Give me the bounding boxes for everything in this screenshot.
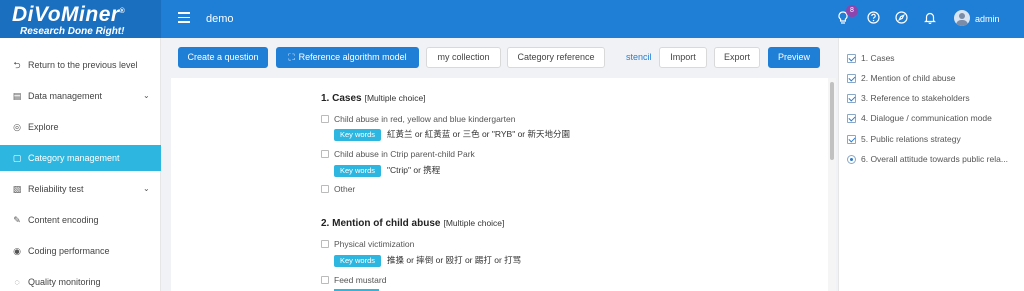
sidebar-item-label: Return to the previous level [28, 60, 138, 70]
compass-icon: ◎ [13, 122, 21, 132]
checkbox-icon[interactable] [847, 54, 856, 63]
sidebar-item-quality-monitoring[interactable]: ◌ Quality monitoring [0, 269, 161, 291]
sidebar-item-explore[interactable]: ◎ Explore [0, 114, 161, 140]
option-item[interactable]: Other [321, 184, 355, 194]
question-type: [Multiple choice] [443, 218, 505, 228]
keyword-row: Key words 推搡 or 摔倒 or 殴打 or 踢打 or 打骂 [334, 254, 521, 267]
option-label: Child abuse in Ctrip parent-child Park [334, 149, 475, 159]
keyword-text: 推搡 or 摔倒 or 殴打 or 踢打 or 打骂 [387, 255, 522, 265]
keyword-row: Key words 紅黃兰 or 紅黃蓝 or 三色 or "RYB" or 新天… [334, 128, 570, 141]
outline-item[interactable]: 1. Cases [847, 53, 1019, 63]
outline-item-label: 1. Cases [861, 53, 895, 63]
stencil-link[interactable]: stencil [626, 52, 652, 62]
option-item[interactable]: Child abuse in red, yellow and blue kind… [321, 114, 515, 124]
chevron-down-icon: ⌄ [143, 184, 150, 193]
keyword-row: Key words "Ctrip" or 携程 [334, 164, 440, 177]
registered-mark: ® [119, 8, 126, 15]
eye-icon: ◌ [14, 277, 20, 287]
sidebar-item-coding-performance[interactable]: ◉ Coding performance [0, 238, 161, 264]
outline-item-label: 3. Reference to stakeholders [861, 93, 970, 103]
checkbox-icon[interactable] [847, 94, 856, 103]
option-checkbox[interactable] [321, 185, 329, 193]
export-button[interactable]: Export [714, 47, 760, 68]
option-checkbox[interactable] [321, 276, 329, 284]
outline-item-label: 4. Dialogue / communication mode [861, 113, 992, 123]
scrollbar-thumb[interactable] [830, 82, 834, 160]
performance-icon: ◉ [13, 246, 21, 256]
import-button[interactable]: Import [659, 47, 707, 68]
option-label: Feed mustard [334, 275, 387, 285]
keyword-text: 紅黃兰 or 紅黃蓝 or 三色 or "RYB" or 新天地分園 [387, 129, 570, 139]
sidebar-item-label: Content encoding [28, 215, 99, 225]
top-bar: DiVoMiner® Research Done Right! demo 8 a… [0, 0, 1024, 38]
menu-toggle-icon[interactable] [178, 12, 190, 24]
reference-algorithm-label: Reference algorithm model [298, 52, 407, 62]
keyword-text: "Ctrip" or 携程 [387, 165, 441, 175]
question-title-text: 1. Cases [321, 93, 362, 104]
question-title-text: 2. Mention of child abuse [321, 218, 441, 229]
sidebar-item-label: Quality monitoring [28, 277, 101, 287]
avatar[interactable] [954, 10, 970, 26]
option-label: Other [334, 184, 356, 194]
checkbox-icon[interactable] [847, 135, 856, 144]
option-checkbox[interactable] [321, 115, 329, 123]
sidebar-item-return[interactable]: ⮌ Return to the previous level [0, 52, 161, 78]
help-icon[interactable] [866, 11, 880, 25]
category-reference-button[interactable]: Category reference [507, 47, 605, 68]
option-item[interactable]: Feed mustard [321, 275, 386, 285]
compass-icon[interactable] [894, 11, 908, 25]
sidebar-item-reliability-test[interactable]: ▧ Reliability test ⌄ [0, 176, 161, 202]
sidebar-item-label: Category management [28, 153, 120, 163]
outline-item-label: 6. Overall attitude towards public rela.… [861, 154, 1008, 164]
notification-badge: 8 [846, 5, 858, 17]
category-icon: ▢ [12, 153, 22, 163]
chevron-down-icon: ⌄ [143, 91, 150, 100]
sidebar-item-label: Explore [28, 122, 59, 132]
keyword-tag[interactable]: Key words [334, 255, 382, 267]
brand-tagline: Research Done Right! [20, 26, 125, 37]
option-checkbox[interactable] [321, 150, 329, 158]
keyword-tag[interactable]: Key words [334, 165, 382, 177]
keyword-tag[interactable]: Key words [334, 129, 382, 141]
checkbox-icon[interactable] [847, 74, 856, 83]
outline-item-label: 2. Mention of child abuse [861, 73, 956, 83]
logo[interactable]: DiVoMiner® Research Done Right! [0, 0, 161, 38]
preview-button[interactable]: Preview [768, 47, 820, 68]
outline-item-label: 5. Public relations strategy [861, 134, 961, 144]
option-item[interactable]: Child abuse in Ctrip parent-child Park [321, 149, 475, 159]
reference-algorithm-button[interactable]: ⛶ Reference algorithm model [276, 47, 419, 68]
sidebar-item-category-management[interactable]: ▢ Category management [0, 145, 161, 171]
pencil-icon: ✎ [13, 215, 21, 225]
question-title: 1. Cases [Multiple choice] [321, 93, 426, 104]
sidebar-item-data-management[interactable]: ▤ Data management ⌄ [0, 83, 161, 109]
outline-item[interactable]: 6. Overall attitude towards public rela.… [847, 154, 1019, 164]
project-name: demo [206, 13, 234, 25]
document-icon: ▤ [12, 91, 22, 101]
question-title: 2. Mention of child abuse [Multiple choic… [321, 218, 504, 229]
return-icon: ⮌ [13, 60, 21, 70]
outline-item[interactable]: 4. Dialogue / communication mode [847, 113, 1019, 123]
option-item[interactable]: Physical victimization [321, 239, 414, 249]
sidebar-item-label: Data management [28, 91, 103, 101]
create-question-button[interactable]: Create a question [178, 47, 268, 68]
checkbox-icon[interactable] [847, 114, 856, 123]
model-icon: ⛶ [288, 52, 295, 62]
sidebar-item-label: Reliability test [28, 184, 84, 194]
reliability-icon: ▧ [12, 184, 22, 194]
option-label: Child abuse in red, yellow and blue kind… [334, 114, 516, 124]
outline-item[interactable]: 2. Mention of child abuse [847, 73, 1019, 83]
outline-item[interactable]: 5. Public relations strategy [847, 134, 1019, 144]
outline-item[interactable]: 3. Reference to stakeholders [847, 93, 1019, 103]
option-checkbox[interactable] [321, 240, 329, 248]
brand-name: DiVoMiner [12, 3, 120, 26]
user-name[interactable]: admin [975, 14, 1000, 24]
sidebar-item-content-encoding[interactable]: ✎ Content encoding [0, 207, 161, 233]
sidebar: ⮌ Return to the previous level ▤ Data ma… [0, 38, 161, 291]
option-label: Physical victimization [334, 239, 415, 249]
radio-icon[interactable] [847, 155, 856, 164]
sidebar-item-label: Coding performance [28, 246, 110, 256]
bell-icon[interactable] [923, 11, 937, 25]
my-collection-button[interactable]: my collection [426, 47, 501, 68]
question-type: [Multiple choice] [364, 93, 426, 103]
